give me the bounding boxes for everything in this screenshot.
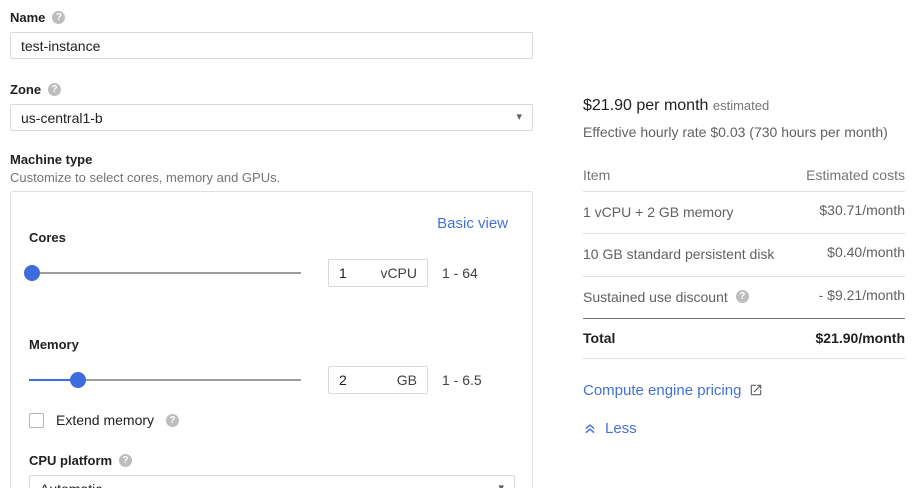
help-icon[interactable]: ? — [166, 414, 179, 427]
cost-item: 10 GB standard persistent disk — [583, 244, 774, 264]
memory-slider[interactable] — [29, 366, 301, 394]
estimated-label: estimated — [713, 98, 769, 113]
cpu-platform-select[interactable]: Automatic ▾ — [29, 475, 515, 488]
machine-type-description: Customize to select cores, memory and GP… — [10, 170, 533, 185]
memory-range: 1 - 6.5 — [442, 372, 482, 388]
monthly-price-heading: $21.90 per month estimated — [583, 97, 905, 115]
name-label: Name — [10, 10, 45, 25]
cost-estimate-panel: $21.90 per month estimated Effective hou… — [583, 0, 905, 437]
cost-value: - $9.21/month — [819, 287, 905, 303]
memory-label: Memory — [29, 287, 514, 352]
chevron-down-icon: ▾ — [516, 112, 522, 123]
compute-engine-pricing-link[interactable]: Compute engine pricing — [583, 382, 741, 399]
slider-track — [29, 272, 301, 274]
external-link-icon — [749, 383, 763, 397]
cost-value: $30.71/month — [819, 202, 905, 218]
table-row: 10 GB standard persistent disk $0.40/mon… — [583, 234, 905, 276]
extend-memory-checkbox[interactable] — [29, 413, 44, 428]
hourly-rate-note: Effective hourly rate $0.03 (730 hours p… — [583, 124, 905, 140]
name-input[interactable] — [10, 32, 533, 59]
table-row: 1 vCPU + 2 GB memory $30.71/month — [583, 192, 905, 234]
memory-input[interactable]: 2 GB — [328, 366, 428, 394]
help-icon[interactable]: ? — [119, 454, 132, 467]
extend-memory-label: Extend memory — [56, 412, 154, 428]
machine-type-label: Machine type — [10, 152, 533, 167]
total-label: Total — [583, 330, 615, 346]
instance-config-column: Name ? Zone ? us-central1-b ▾ Machine ty… — [10, 0, 533, 488]
help-icon[interactable]: ? — [48, 83, 61, 96]
slider-thumb[interactable] — [70, 372, 86, 388]
table-row: Sustained use discount ? - $9.21/month — [583, 277, 905, 319]
cost-table-header: Item Estimated costs — [583, 161, 905, 192]
cores-range: 1 - 64 — [442, 265, 478, 281]
monthly-price: $21.90 per month — [583, 97, 708, 114]
cores-value: 1 — [339, 265, 347, 281]
cores-input[interactable]: 1 vCPU — [328, 259, 428, 287]
cost-table: Item Estimated costs 1 vCPU + 2 GB memor… — [583, 161, 905, 359]
cores-slider[interactable] — [29, 259, 301, 287]
cpu-platform-value: Automatic — [40, 481, 102, 488]
zone-select[interactable]: us-central1-b ▾ — [10, 104, 533, 131]
collapse-less-button[interactable]: Less — [583, 420, 905, 437]
create-instance-form: Name ? Zone ? us-central1-b ▾ Machine ty… — [0, 0, 922, 488]
cost-value: $0.40/month — [827, 244, 905, 260]
help-icon[interactable]: ? — [52, 11, 65, 24]
machine-type-panel: Basic view Cores 1 vCPU 1 - 64 Memory — [10, 191, 533, 488]
cores-unit: vCPU — [380, 265, 417, 281]
costs-column-header: Estimated costs — [806, 167, 905, 183]
cost-item: Sustained use discount — [583, 287, 728, 307]
cpu-platform-label: CPU platform — [29, 453, 112, 468]
memory-unit: GB — [397, 372, 417, 388]
total-row: Total $21.90/month — [583, 318, 905, 359]
chevron-down-icon: ▾ — [498, 483, 504, 488]
total-value: $21.90/month — [816, 330, 905, 346]
cost-item: 1 vCPU + 2 GB memory — [583, 202, 734, 222]
zone-label: Zone — [10, 82, 41, 97]
double-chevron-up-icon — [583, 421, 597, 435]
memory-value: 2 — [339, 372, 347, 388]
item-column-header: Item — [583, 167, 610, 183]
zone-value: us-central1-b — [21, 110, 103, 126]
basic-view-link[interactable]: Basic view — [437, 215, 508, 232]
less-label: Less — [605, 420, 637, 437]
help-icon[interactable]: ? — [736, 290, 749, 303]
slider-thumb[interactable] — [24, 265, 40, 281]
